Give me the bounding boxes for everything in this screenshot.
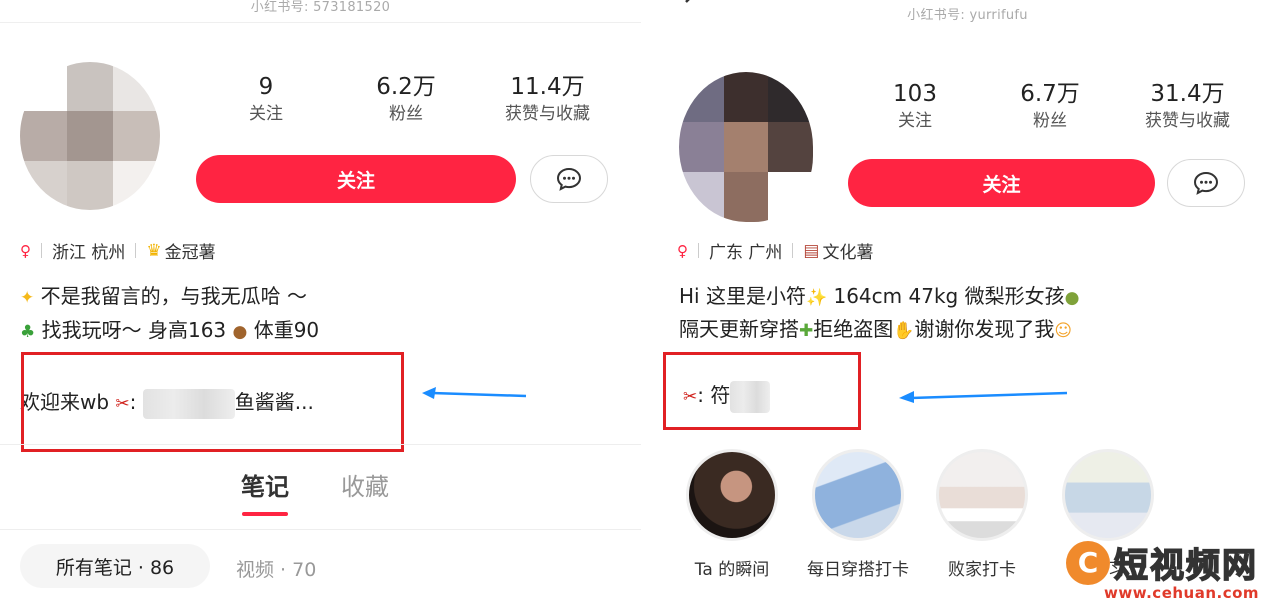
user-id: 小红书号: 573181520 [250,0,391,15]
tabs-divider [0,529,641,530]
bio-text-1: Hi 这里是小符 [679,284,806,308]
location-tag: 广东 广州 [709,243,783,263]
stat-following[interactable]: 103 关注 [875,79,955,133]
four-leaf-clover-icon: ♣ [20,322,36,342]
right-profile-panel: 小红书号: yurrifufu 103 关注 6.7万 粉丝 31.4万 获赞与… [655,0,1280,604]
location-tag: 浙江 杭州 [52,243,126,263]
bio-text-2: 找我玩呀～ 身高163 [35,318,227,342]
stat-followers[interactable]: 6.7万 粉丝 [1000,79,1100,133]
badge-tag: 金冠薯 [164,243,216,263]
bio-text-1-tail: 164cm 47kg 微梨形女孩 [827,284,1065,308]
bio-text-2-mid: 拒绝盗图 [813,317,894,341]
followers-count: 6.2万 [376,74,436,100]
divider [698,243,699,258]
chat-bubble-icon [556,167,582,191]
bio-text-2-tail: 谢谢你发现了我 [914,317,1055,341]
divider [792,243,794,258]
highlight-label: 每日穿搭打卡 [807,560,909,580]
highlight-cover [812,449,904,541]
bio-line-1: Hi 这里是小符✨ 164cm 47kg 微梨形女孩● [679,279,1079,315]
badge-tag: 文化薯 [822,243,874,263]
likes-count: 11.4万 [510,74,585,100]
annotation-arrow-icon [422,387,527,399]
watermark-logo-icon: C [1066,540,1110,585]
highlight-cover [936,449,1028,541]
annotation-arrow-icon [899,391,1068,403]
stat-likes[interactable]: 11.4万 获赞与收藏 [490,72,605,126]
highlight-cover [686,449,778,541]
message-button[interactable] [530,155,608,203]
following-label: 关注 [249,104,283,124]
likes-count: 31.4万 [1150,81,1225,107]
panel-separator [641,0,655,604]
pear-icon: ● [1064,288,1080,308]
see-no-evil-monkey-icon: ● [232,322,248,342]
bio-text-1: 不是我留言的，与我无瓜哈 ～ [34,284,307,308]
content-tabs: 笔记 收藏 [241,467,441,502]
filter-all-notes[interactable]: 所有笔记 · 86 [20,544,210,588]
avatar[interactable] [20,62,160,210]
user-id: 小红书号: yurrifufu [907,8,1028,23]
highlight-daily-outfit[interactable]: 每日穿搭打卡 [798,449,918,580]
highlight-label: 败家打卡 [948,560,1016,580]
tag-row: ♀ 浙江 杭州 ♛ 金冠薯 [20,238,216,264]
watermark-text: 短视频网 [1113,545,1258,587]
female-gender-icon: ♀ [20,241,31,260]
smiling-face-hearts-icon: ☺ [1054,321,1073,341]
female-gender-icon: ♀ [677,241,688,260]
following-label: 关注 [898,111,932,131]
tab-notes[interactable]: 笔记 [241,467,289,502]
tag-row: ♀ 广东 广州 ▤ 文化薯 [677,238,874,264]
tab-favorites[interactable]: 收藏 [341,467,389,502]
divider [135,243,137,258]
sparkles-icon: ✨ [805,288,828,308]
glowing-star-icon: ✦ [20,288,35,308]
followers-label: 粉丝 [389,104,423,124]
highlight-label: Ta 的瞬间 [694,560,770,580]
section-divider [0,444,641,445]
following-count: 9 [258,74,274,100]
followers-label: 粉丝 [1033,111,1067,131]
follow-button[interactable]: 关注 [848,159,1155,207]
highlight-cover [1062,449,1154,541]
highlight-moments[interactable]: Ta 的瞬间 [682,449,782,580]
bio-text-2-tail: 体重90 [247,318,320,342]
followers-count: 6.7万 [1020,81,1080,107]
annotation-highlight-box [663,352,861,430]
crown-icon: ♛ [146,240,162,261]
stat-followers[interactable]: 6.2万 粉丝 [356,72,456,126]
likes-label: 获赞与收藏 [1145,111,1230,131]
divider [41,243,42,258]
stat-following[interactable]: 9 关注 [226,72,306,126]
message-button[interactable] [1167,159,1245,207]
stat-likes[interactable]: 31.4万 获赞与收藏 [1130,79,1245,133]
following-count: 103 [893,81,937,107]
bio-line-2: ♣ 找我玩呀～ 身高163 ● 体重90 [20,313,319,349]
filter-videos[interactable]: 视频 · 70 [236,555,316,582]
avatar[interactable] [679,72,813,222]
left-profile-panel: 小红书号: 573181520 9 关注 6.2万 粉丝 11.4万 获赞与收藏… [0,0,641,604]
watermark-url: www.cehuan.com [1104,584,1260,602]
header-divider [0,22,641,23]
bio-text-2: 隔天更新穿搭 [679,317,799,341]
raised-hands-icon: ✋ [893,321,915,341]
bio-line-2: 隔天更新穿搭✚拒绝盗图✋谢谢你发现了我☺ [679,312,1072,348]
puzzle-piece-icon: ✚ [799,321,814,341]
site-watermark: C 短视频网 [1066,538,1258,587]
annotation-highlight-box [21,352,404,452]
follow-button[interactable]: 关注 [196,155,516,203]
likes-label: 获赞与收藏 [505,104,590,124]
book-icon: ▤ [803,240,820,261]
chat-bubble-icon [1193,171,1219,195]
highlight-shopping[interactable]: 败家打卡 [932,449,1032,580]
bio-line-1: ✦ 不是我留言的，与我无瓜哈 ～ [20,279,307,315]
